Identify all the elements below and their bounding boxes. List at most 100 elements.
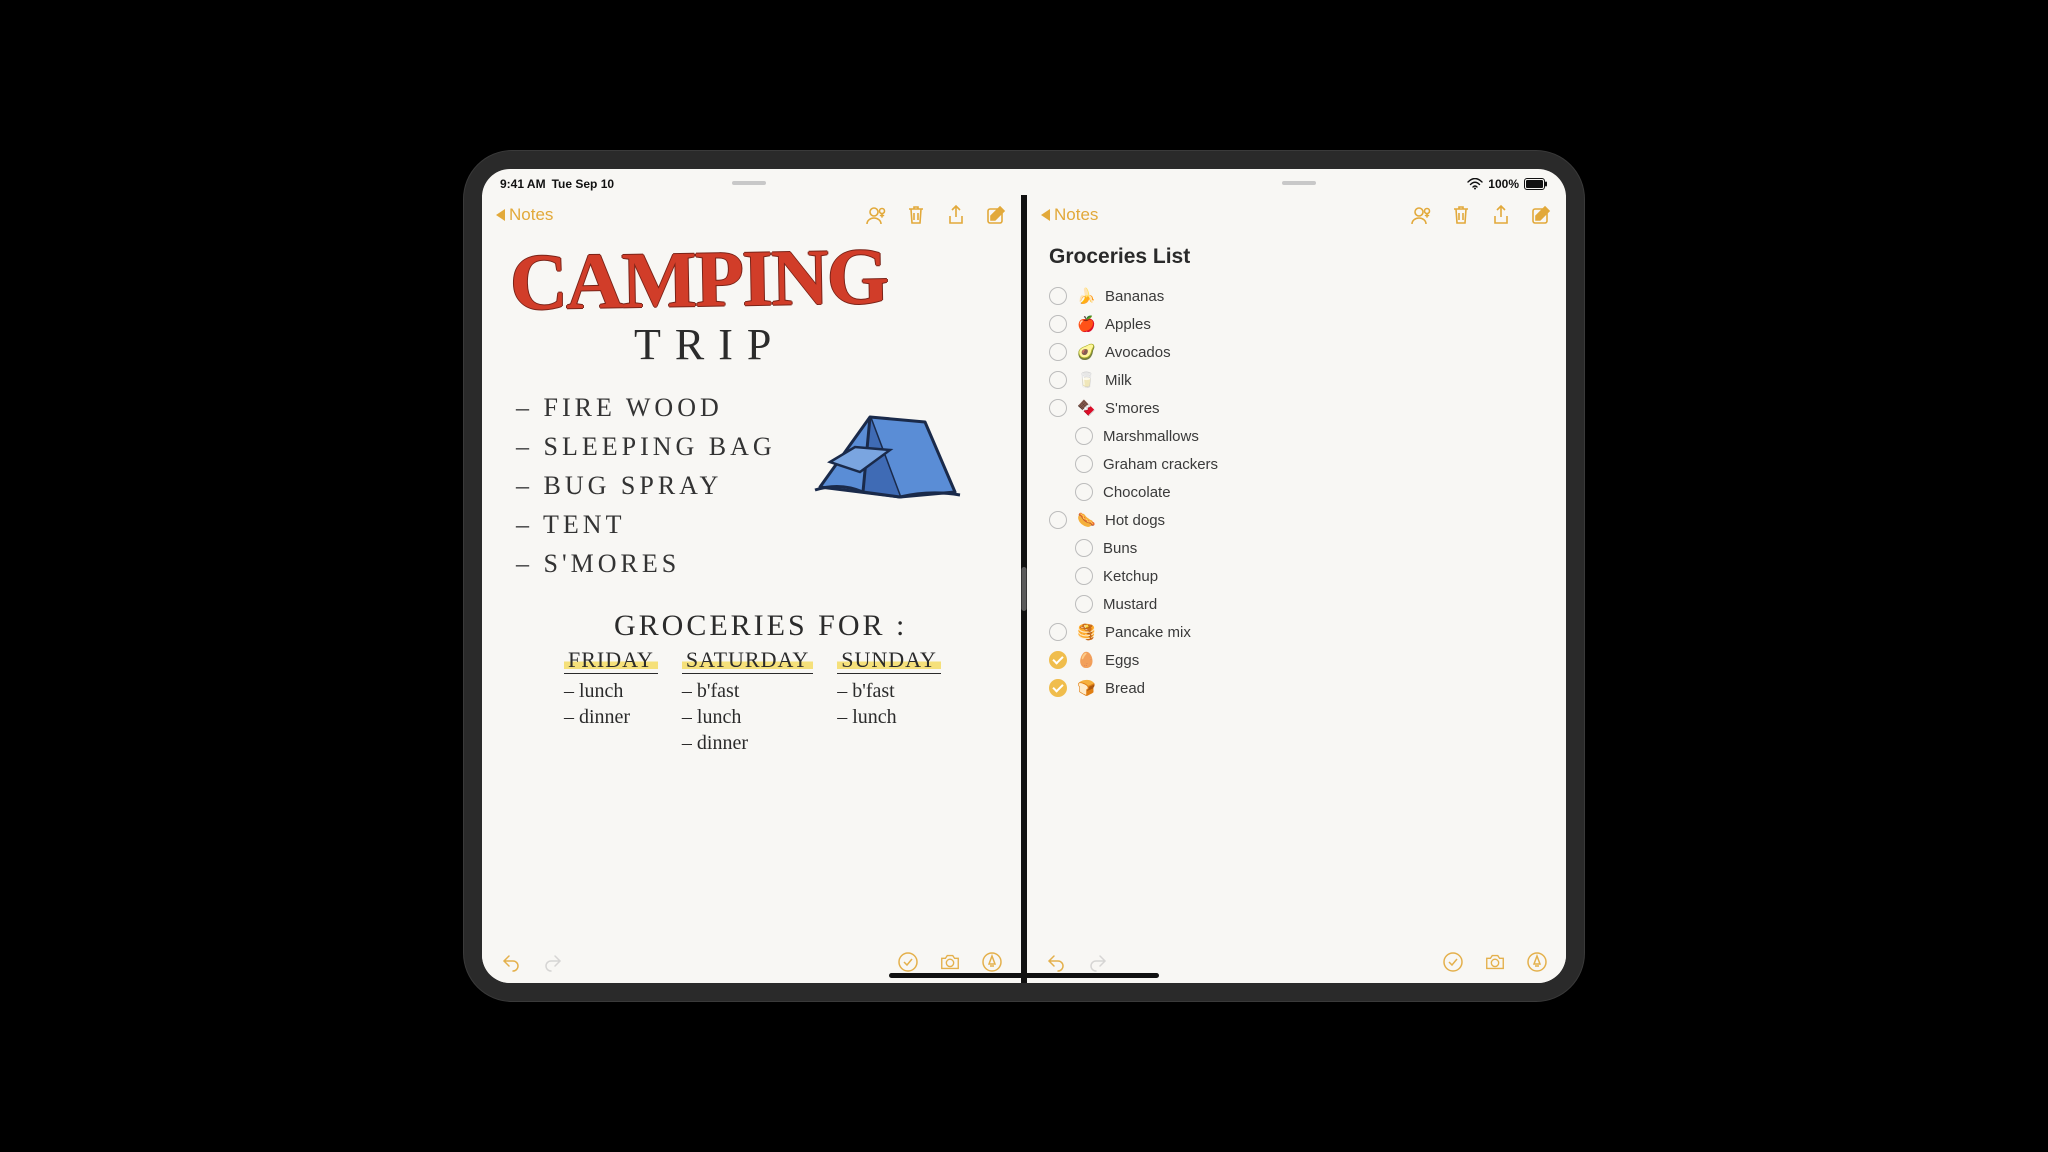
supply-item: TENT bbox=[516, 505, 776, 544]
check-item: 🥞 Pancake mix bbox=[1049, 621, 1544, 643]
tent-drawing bbox=[800, 392, 970, 512]
chevron-left-icon bbox=[1041, 209, 1050, 221]
item-emoji: 🥚 bbox=[1077, 651, 1095, 669]
check-label: Hot dogs bbox=[1105, 512, 1165, 529]
item-emoji: 🍌 bbox=[1077, 287, 1095, 305]
check-item: Buns bbox=[1075, 537, 1544, 559]
markup-icon[interactable] bbox=[981, 951, 1003, 973]
check-circle[interactable] bbox=[1075, 455, 1093, 473]
check-circle[interactable] bbox=[1049, 371, 1067, 389]
check-item: 🍌 Bananas bbox=[1049, 285, 1544, 307]
right-note-body[interactable]: Groceries List 🍌 Bananas 🍎Apples 🥑 Avocados 🥛… bbox=[1027, 235, 1566, 941]
check-circle[interactable] bbox=[1049, 287, 1067, 305]
check-item: 🥛 Milk bbox=[1049, 369, 1544, 391]
multitask-indicator-right[interactable] bbox=[1282, 181, 1316, 185]
camera-icon[interactable] bbox=[1484, 951, 1506, 973]
meal-item: dinner bbox=[682, 730, 813, 756]
item-emoji: 🥞 bbox=[1077, 623, 1095, 641]
battery-icon bbox=[1524, 178, 1548, 190]
right-navbar: Notes bbox=[1027, 195, 1566, 235]
check-circle[interactable] bbox=[1049, 399, 1067, 417]
check-circle[interactable] bbox=[1049, 651, 1067, 669]
check-circle[interactable] bbox=[1049, 511, 1067, 529]
meal-item: b'fast bbox=[682, 678, 813, 704]
checklist: 🍌Bananas🍎Apples🥑Avocados🥛Milk🍫S'moresMar… bbox=[1049, 285, 1544, 699]
check-label: Bread bbox=[1105, 680, 1145, 697]
note-title: Groceries List bbox=[1049, 245, 1544, 269]
check-item: 🥚Eggs bbox=[1049, 649, 1544, 671]
check-label: Chocolate bbox=[1103, 484, 1171, 501]
groceries-heading: GROCERIES FOR : bbox=[614, 609, 999, 643]
collaborate-icon[interactable] bbox=[865, 204, 887, 226]
back-label: Notes bbox=[1054, 205, 1098, 225]
checklist-icon[interactable] bbox=[897, 951, 919, 973]
trash-icon[interactable] bbox=[905, 204, 927, 226]
share-icon[interactable] bbox=[945, 204, 967, 226]
day-column: SUNDAY b'fastlunch bbox=[837, 647, 941, 756]
status-date: Tue Sep 10 bbox=[552, 177, 614, 191]
status-bar: 9:41 AM Tue Sep 10 100% bbox=[482, 169, 1566, 195]
check-label: Buns bbox=[1103, 540, 1137, 557]
item-emoji: 🍫 bbox=[1077, 399, 1095, 417]
redo-icon[interactable] bbox=[1087, 951, 1109, 973]
check-circle[interactable] bbox=[1049, 679, 1067, 697]
hand-title: CAMPING bbox=[509, 241, 999, 318]
check-label: Avocados bbox=[1105, 344, 1171, 361]
trash-icon[interactable] bbox=[1450, 204, 1472, 226]
check-label: Ketchup bbox=[1103, 568, 1158, 585]
check-circle[interactable] bbox=[1049, 343, 1067, 361]
check-item: 🍞Bread bbox=[1049, 677, 1544, 699]
meals-list: lunchdinner bbox=[564, 678, 658, 730]
check-label: Milk bbox=[1105, 372, 1132, 389]
back-button-left[interactable]: Notes bbox=[496, 205, 553, 225]
back-button-right[interactable]: Notes bbox=[1041, 205, 1098, 225]
hand-subtitle: TRIP bbox=[634, 319, 999, 370]
check-circle[interactable] bbox=[1075, 567, 1093, 585]
day-name: SUNDAY bbox=[837, 647, 941, 674]
day-name: FRIDAY bbox=[564, 647, 658, 674]
check-circle[interactable] bbox=[1049, 623, 1067, 641]
collaborate-icon[interactable] bbox=[1410, 204, 1432, 226]
meals-list: b'fastlunch bbox=[837, 678, 941, 730]
day-column: SATURDAYb'fastlunchdinner bbox=[682, 647, 813, 756]
check-label: Pancake mix bbox=[1105, 624, 1191, 641]
markup-icon[interactable] bbox=[1526, 951, 1548, 973]
meal-item: lunch bbox=[564, 678, 658, 704]
wifi-icon bbox=[1467, 178, 1483, 190]
undo-icon[interactable] bbox=[500, 951, 522, 973]
supply-item: FIRE WOOD bbox=[516, 388, 776, 427]
check-circle[interactable] bbox=[1075, 427, 1093, 445]
supply-item: S'MORES bbox=[516, 544, 776, 583]
check-label: Apples bbox=[1105, 316, 1151, 333]
redo-icon[interactable] bbox=[542, 951, 564, 973]
check-label: Bananas bbox=[1105, 288, 1164, 305]
camera-icon[interactable] bbox=[939, 951, 961, 973]
left-note-body[interactable]: CAMPING TRIP FIRE WOODSLEEPING BAGBUG SP… bbox=[482, 235, 1021, 941]
check-item: 🍎Apples bbox=[1049, 313, 1544, 335]
meal-item: b'fast bbox=[837, 678, 941, 704]
check-item: 🍫 S'mores bbox=[1049, 397, 1544, 419]
undo-icon[interactable] bbox=[1045, 951, 1067, 973]
check-label: S'mores bbox=[1105, 400, 1160, 417]
item-emoji: 🥑 bbox=[1077, 343, 1095, 361]
meal-item: dinner bbox=[564, 704, 658, 730]
compose-icon[interactable] bbox=[985, 204, 1007, 226]
share-icon[interactable] bbox=[1490, 204, 1512, 226]
status-time: 9:41 AM bbox=[500, 177, 546, 191]
item-emoji: 🥛 bbox=[1077, 371, 1095, 389]
check-circle[interactable] bbox=[1049, 315, 1067, 333]
home-indicator[interactable] bbox=[889, 973, 1159, 978]
divider-handle-icon bbox=[1022, 567, 1027, 611]
split-view: Notes CAMPING TRIP FIRE WOODSLEEPING BAG… bbox=[482, 195, 1566, 983]
left-note-pane: Notes CAMPING TRIP FIRE WOODSLEEPING BAG… bbox=[482, 195, 1021, 983]
compose-icon[interactable] bbox=[1530, 204, 1552, 226]
check-circle[interactable] bbox=[1075, 595, 1093, 613]
check-item: Ketchup bbox=[1075, 565, 1544, 587]
chevron-left-icon bbox=[496, 209, 505, 221]
check-circle[interactable] bbox=[1075, 539, 1093, 557]
checklist-icon[interactable] bbox=[1442, 951, 1464, 973]
multitask-indicator-left[interactable] bbox=[732, 181, 766, 185]
back-label: Notes bbox=[509, 205, 553, 225]
check-label: Graham crackers bbox=[1103, 456, 1218, 473]
check-circle[interactable] bbox=[1075, 483, 1093, 501]
